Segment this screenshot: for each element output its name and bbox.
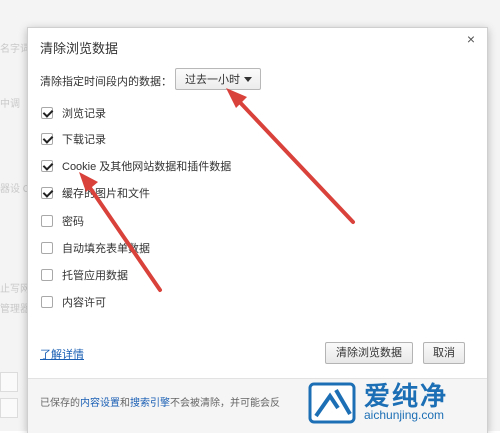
- background-select: [0, 398, 18, 418]
- watermark-url: aichunjing.com: [364, 408, 445, 422]
- checkbox[interactable]: [41, 242, 53, 254]
- footer-text-suffix: 不会被清除，并可能会反: [170, 398, 280, 409]
- footer-text-prefix: 已保存的: [40, 398, 80, 409]
- option-label: Cookie 及其他网站数据和插件数据: [62, 161, 232, 173]
- background-select: [0, 372, 18, 392]
- option-label: 内容许可: [62, 297, 106, 309]
- close-icon[interactable]: ×: [467, 31, 475, 47]
- time-range-select[interactable]: 过去一小时: [175, 68, 261, 90]
- checkbox[interactable]: [41, 160, 53, 172]
- watermark: 爱纯净 aichunjing.com: [308, 376, 498, 426]
- search-engines-link[interactable]: 搜索引擎: [130, 398, 170, 409]
- option-content-licenses[interactable]: 内容许可: [41, 294, 106, 310]
- option-label: 缓存的图片和文件: [62, 188, 150, 200]
- option-label: 自动填充表单数据: [62, 243, 150, 255]
- option-browsing-history[interactable]: 浏览记录: [41, 105, 106, 121]
- option-autofill[interactable]: 自动填充表单数据: [41, 240, 150, 256]
- dialog-title: 清除浏览数据: [40, 41, 119, 56]
- cancel-button[interactable]: 取消: [423, 342, 465, 364]
- background-text: 器设 G: [0, 184, 31, 195]
- checkbox[interactable]: [41, 215, 53, 227]
- footer-text-mid: 和: [120, 398, 130, 409]
- option-label: 浏览记录: [62, 108, 106, 120]
- footer-note: 已保存的内容设置和搜索引擎不会被清除，并可能会反: [40, 394, 280, 409]
- option-label: 下载记录: [62, 134, 106, 146]
- background-text: 止写网: [0, 284, 30, 295]
- checkbox[interactable]: [41, 107, 53, 119]
- option-cache[interactable]: 缓存的图片和文件: [41, 185, 150, 201]
- checkbox[interactable]: [41, 133, 53, 145]
- checkbox[interactable]: [41, 296, 53, 308]
- option-cookies[interactable]: Cookie 及其他网站数据和插件数据: [41, 158, 231, 174]
- background-text: 管理器: [0, 304, 30, 315]
- option-passwords[interactable]: 密码: [41, 213, 84, 229]
- checkbox[interactable]: [41, 187, 53, 199]
- checkbox[interactable]: [41, 269, 53, 281]
- time-range-label: 清除指定时间段内的数据：: [40, 76, 172, 88]
- content-settings-link[interactable]: 内容设置: [80, 398, 120, 409]
- chevron-down-icon: [244, 77, 252, 82]
- clear-browsing-data-button[interactable]: 清除浏览数据: [325, 342, 413, 364]
- option-label: 托管应用数据: [62, 270, 128, 282]
- option-download-history[interactable]: 下载记录: [41, 131, 106, 147]
- background-text: 名字词: [0, 44, 30, 55]
- option-hosted-app-data[interactable]: 托管应用数据: [41, 267, 128, 283]
- clear-browsing-data-dialog: 清除浏览数据 × 清除指定时间段内的数据： 过去一小时 浏览记录 下载记录 Co…: [27, 27, 488, 433]
- time-range-value: 过去一小时: [185, 74, 240, 86]
- brand-logo-icon: [308, 382, 356, 424]
- background-text: 中调: [0, 99, 20, 110]
- option-label: 密码: [62, 216, 84, 228]
- learn-more-link[interactable]: 了解详情: [40, 346, 84, 362]
